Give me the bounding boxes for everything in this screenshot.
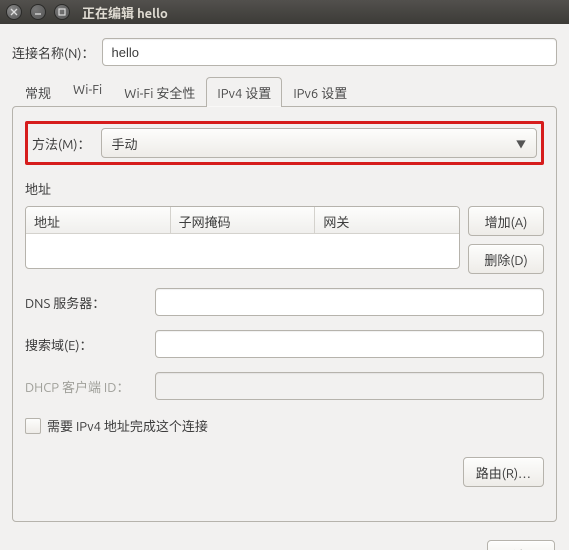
col-netmask: 子网掩码 — [171, 207, 316, 233]
col-address: 地址 — [26, 207, 171, 233]
maximize-icon[interactable] — [54, 4, 70, 20]
dns-input[interactable] — [155, 288, 544, 316]
method-value: 手动 — [112, 134, 138, 153]
ipv4-pane: 方法(M)： 手动 ▼ 地址 地址 子网掩码 网关 增加(A) 删除(D) — [12, 106, 557, 522]
minimize-icon[interactable] — [30, 4, 46, 20]
search-domain-input[interactable] — [155, 330, 544, 358]
method-highlight: 方法(M)： 手动 ▼ — [25, 121, 544, 165]
dns-row: DNS 服务器： — [25, 288, 544, 316]
connection-name-input[interactable] — [102, 38, 557, 66]
search-domain-row: 搜索域(E)： — [25, 330, 544, 358]
tab-general[interactable]: 常规 — [14, 77, 62, 107]
tab-wifi[interactable]: Wi-Fi — [62, 77, 113, 107]
tab-wifi-security[interactable]: Wi-Fi 安全性 — [113, 77, 206, 107]
require-ipv4-row: 需要 IPv4 地址完成这个连接 — [25, 416, 544, 435]
window-title: 正在编辑 hello — [82, 3, 168, 22]
dns-label: DNS 服务器： — [25, 293, 145, 312]
address-table[interactable]: 地址 子网掩码 网关 — [25, 206, 460, 269]
add-button[interactable]: 增加(A) — [468, 206, 544, 236]
require-ipv4-checkbox[interactable] — [25, 418, 41, 434]
chevron-down-icon: ▼ — [516, 136, 526, 151]
tab-ipv6[interactable]: IPv6 设置 — [282, 77, 358, 107]
delete-button[interactable]: 删除(D) — [468, 244, 544, 274]
connection-name-label: 连接名称(N)： — [12, 43, 94, 62]
tab-bar: 常规 Wi-Fi Wi-Fi 安全性 IPv4 设置 IPv6 设置 — [12, 76, 557, 106]
col-gateway: 网关 — [315, 207, 459, 233]
method-label: 方法(M)： — [32, 134, 91, 153]
cancel-button[interactable]: 取消(C) — [487, 540, 555, 550]
titlebar: 正在编辑 hello — [0, 0, 569, 24]
address-heading: 地址 — [25, 179, 544, 198]
dialog-footer: 取消(C) — [0, 532, 569, 550]
search-domain-label: 搜索域(E)： — [25, 335, 145, 354]
tab-ipv4[interactable]: IPv4 设置 — [206, 77, 282, 107]
method-combo[interactable]: 手动 ▼ — [101, 128, 538, 158]
routes-row: 路由(R)… — [25, 457, 544, 487]
dhcp-client-id-label: DHCP 客户端 ID： — [25, 377, 145, 396]
address-table-body[interactable] — [26, 234, 459, 268]
routes-button[interactable]: 路由(R)… — [463, 457, 544, 487]
address-section: 地址 子网掩码 网关 增加(A) 删除(D) — [25, 206, 544, 274]
dhcp-client-id-row: DHCP 客户端 ID： — [25, 372, 544, 400]
address-buttons: 增加(A) 删除(D) — [468, 206, 544, 274]
close-icon[interactable] — [6, 4, 22, 20]
dhcp-client-id-input — [155, 372, 544, 400]
require-ipv4-label: 需要 IPv4 地址完成这个连接 — [47, 416, 208, 435]
address-table-header: 地址 子网掩码 网关 — [26, 207, 459, 234]
connection-name-row: 连接名称(N)： — [12, 38, 557, 66]
window-content: 连接名称(N)： 常规 Wi-Fi Wi-Fi 安全性 IPv4 设置 IPv6… — [0, 24, 569, 532]
